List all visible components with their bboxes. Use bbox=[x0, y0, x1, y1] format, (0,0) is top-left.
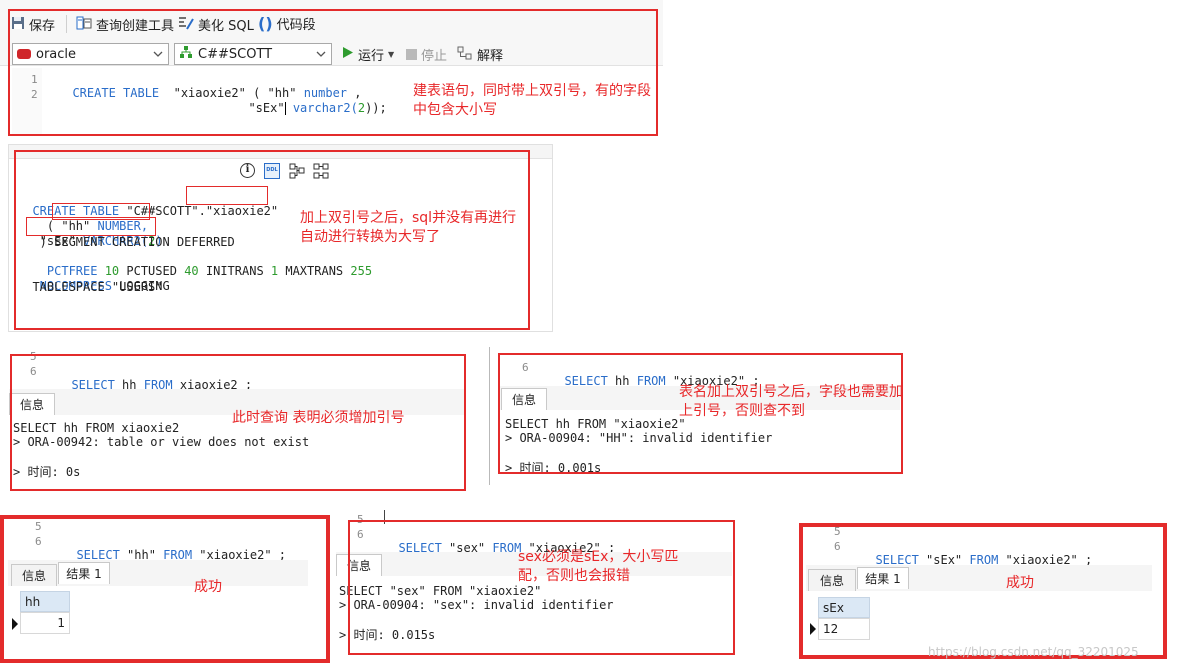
annotation-box bbox=[498, 353, 903, 474]
annotation-box bbox=[0, 515, 330, 663]
annotation-box bbox=[348, 520, 735, 655]
watermark: https://blog.csdn.net/qq_32201025 bbox=[928, 645, 1139, 659]
annotation-box bbox=[10, 354, 466, 491]
vertical-divider bbox=[489, 347, 490, 485]
annotation-box bbox=[14, 150, 530, 330]
annotation-box bbox=[8, 9, 658, 136]
annotation-box bbox=[799, 523, 1167, 659]
